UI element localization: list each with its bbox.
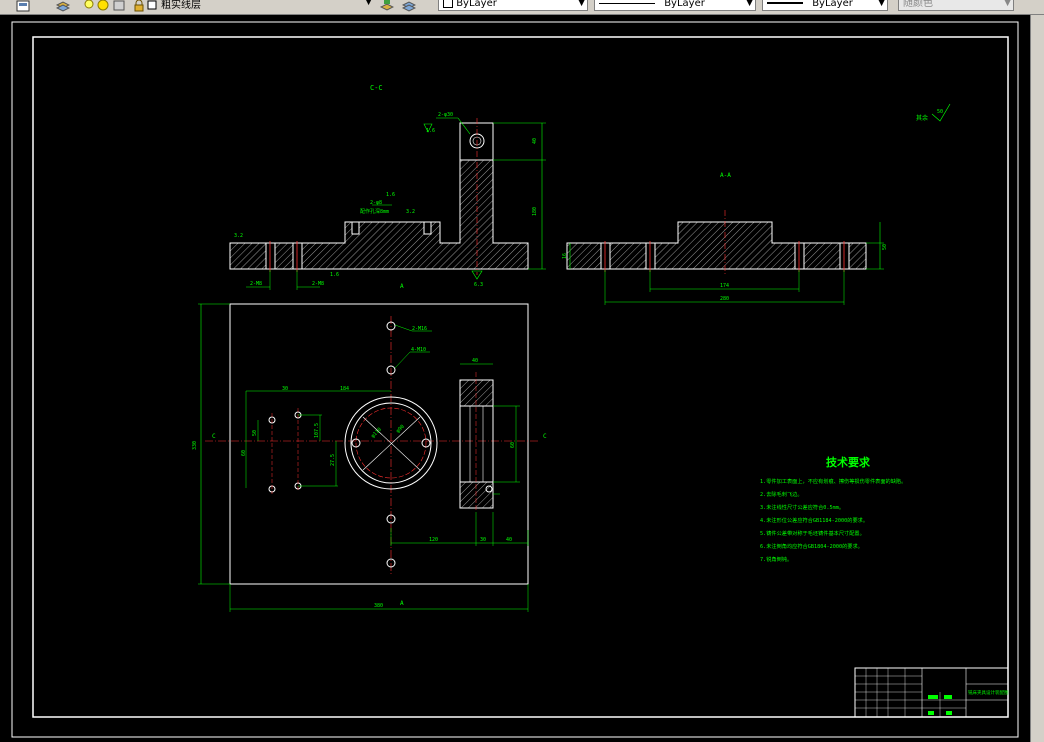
rest-roughness-label: 其余 — [916, 114, 928, 122]
tech-title: 技术要求 — [826, 455, 871, 469]
chevron-down-icon: ▼ — [1004, 0, 1011, 8]
section-marker-c-left: C — [212, 433, 216, 440]
slot-note-2: 配作孔深8mm — [360, 208, 389, 215]
plan-dim-30: 30 — [282, 386, 288, 392]
layer-dropdown-arrow[interactable]: ▼ — [360, 0, 374, 11]
tech-item: 2.去除毛刺飞边。 — [760, 490, 803, 498]
aa-dim-174: 174 — [720, 283, 729, 289]
side-dim-60: 60 — [510, 442, 516, 448]
lock-icon[interactable] — [132, 0, 146, 12]
tech-item: 3.未注线性尺寸公差应符合0.5mm。 — [760, 503, 844, 511]
plan-dim-184: 184 — [340, 386, 349, 392]
circle-dim-a: φ110 — [370, 427, 383, 440]
plan-hole-note-2: 4-M10 — [411, 347, 426, 353]
tech-item: 1.零件加工表面上，不应有划痕、擦伤等损伤零件表面的缺陷。 — [760, 477, 906, 485]
layer-color-swatch — [147, 0, 157, 10]
slot-note: 2-φ8 — [370, 200, 382, 206]
bottom-dim-30: 30 — [480, 537, 486, 543]
plan-hole-note-1: 2-M16 — [412, 326, 427, 332]
lineweight-combo[interactable]: ByLayer ▼ — [762, 0, 888, 11]
vertical-scrollbar[interactable] — [1030, 15, 1044, 742]
plan-dim-330: 330 — [192, 441, 198, 450]
chevron-down-icon: ▼ — [878, 0, 885, 8]
section-marker-a-top: A — [400, 283, 404, 290]
aa-dim-50: 50 — [882, 244, 888, 250]
dim-180: 180 — [532, 207, 538, 216]
side-dim-40: 40 — [472, 358, 478, 364]
drawing-svg: C-C 40 180 2-φ30 1.6 3.2 2-φ8 配作孔深8mm 1.… — [11, 21, 1019, 738]
lineweight-sample — [767, 2, 803, 4]
color-label: ByLayer — [456, 0, 497, 9]
lineweight-label: ByLayer — [812, 0, 853, 9]
rest-roughness-value: 50 — [937, 109, 943, 115]
plotstyle-label: 随颜色 — [903, 0, 933, 9]
plan-dim-50: 50 — [252, 430, 258, 436]
hole-note-top: 2-φ30 — [438, 112, 453, 118]
tech-item: 7.锐角倒钝。 — [760, 555, 792, 563]
section-cc-label: C-C — [370, 84, 383, 92]
drawing-name: 铣床夹具设计装配图 — [968, 689, 1009, 696]
bottom-dim-120: 120 — [429, 537, 438, 543]
section-aa-view: 174 280 50 16 — [562, 210, 888, 305]
dim-40: 40 — [532, 138, 538, 144]
aa-dim-280: 280 — [720, 296, 729, 302]
bottom-thread-note-1: 2-M8 — [250, 281, 262, 287]
linetype-label: ByLayer — [664, 0, 705, 9]
plan-dim-275: 27.5 — [330, 454, 336, 466]
sheet-inner-border — [32, 36, 1009, 718]
chevron-down-icon: ▼ — [746, 0, 753, 8]
circle-dim-b: φ90 — [395, 424, 406, 435]
freeze-icon[interactable] — [112, 0, 126, 11]
technical-requirements: 技术要求 1.零件加工表面上，不应有划痕、擦伤等损伤零件表面的缺陷。 2.去除毛… — [760, 455, 906, 563]
sheet-outer-border — [11, 21, 1019, 738]
roughness-32-left: 3.2 — [234, 233, 243, 239]
plotstyle-combo[interactable]: 随颜色 ▼ — [898, 0, 1014, 11]
layer-previous-icon[interactable] — [401, 0, 417, 12]
section-aa-label: A-A — [720, 172, 731, 179]
bottom-dim-40: 40 — [506, 537, 512, 543]
bottom-thread-note-2: 2-M8 — [312, 281, 324, 287]
section-marker-c-right: C — [543, 433, 547, 440]
plan-dim-1075: 107.5 — [314, 423, 320, 438]
lightbulb-icon[interactable] — [82, 0, 96, 10]
aa-dim-16: 16 — [562, 253, 568, 259]
plan-view: φ110 φ90 2-M16 4-M10 30 184 50 60 107.5 … — [192, 303, 547, 612]
chevron-down-icon: ▼ — [578, 0, 585, 8]
roughness-16-top: 1.6 — [426, 128, 435, 134]
section-marker-a-bottom: A — [400, 600, 404, 607]
layer-manager-icon[interactable] — [16, 0, 30, 12]
roughness-32-mid: 3.2 — [406, 209, 415, 215]
color-swatch — [443, 0, 453, 8]
plan-dim-60: 60 — [241, 450, 247, 456]
title-block: 铣床夹具设计装配图 — [854, 667, 1009, 718]
sun-icon[interactable] — [96, 0, 110, 11]
plan-dim-380: 380 — [374, 603, 383, 609]
roughness-16-mid: 1.6 — [386, 192, 395, 198]
layer-name-label[interactable]: 粗实线层 — [161, 0, 201, 12]
tech-item: 6.未注倒角均应符合GB1804-2000的要求。 — [760, 542, 863, 550]
drawing-canvas[interactable]: C-C 40 180 2-φ30 1.6 3.2 2-φ8 配作孔深8mm 1.… — [0, 15, 1030, 742]
roughness-16-bottom: 1.6 — [330, 272, 339, 278]
linetype-sample — [599, 2, 655, 4]
tech-item: 5.铸件公差带对称于毛坯铸件基本尺寸配置。 — [760, 529, 865, 537]
roughness-63-bottom: 6.3 — [474, 282, 483, 288]
make-current-icon[interactable] — [379, 0, 395, 11]
layers-icon[interactable] — [55, 0, 71, 12]
tech-item: 4.未注形位公差应符合GB1184-2000的要求。 — [760, 516, 868, 524]
properties-toolbar: 粗实线层 ▼ ByLayer ▼ ByLayer ▼ ByLayer ▼ 随颜色… — [0, 0, 1044, 15]
color-combo[interactable]: ByLayer ▼ — [438, 0, 588, 11]
section-cc-view: 40 180 2-φ30 1.6 3.2 2-φ8 配作孔深8mm 1.6 3.… — [229, 112, 546, 290]
linetype-combo[interactable]: ByLayer ▼ — [594, 0, 756, 11]
